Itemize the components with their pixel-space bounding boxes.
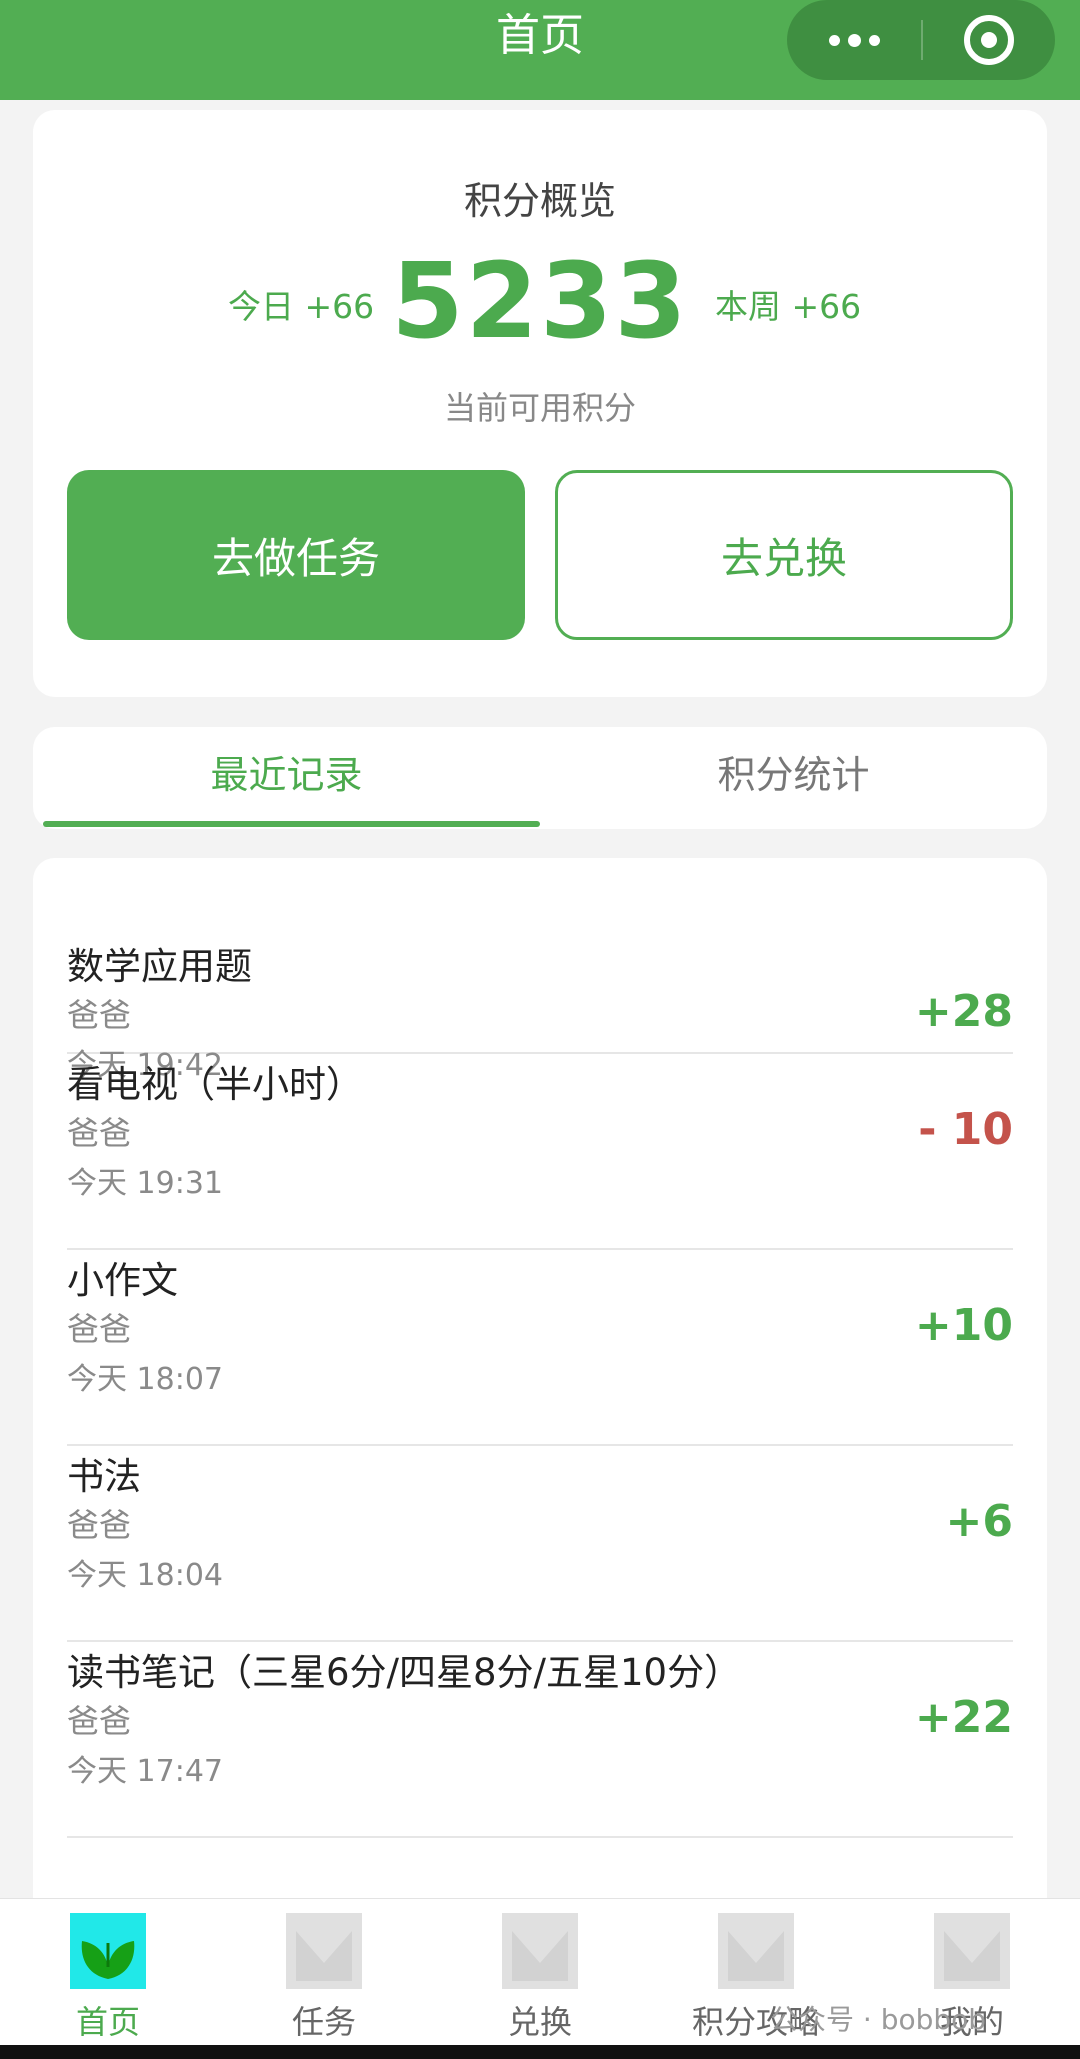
tab-redeem-label: 兑换 <box>507 2003 572 2041</box>
placeholder-icon <box>934 1913 1010 1989</box>
record-time: 今天 18:07 <box>67 1362 223 1397</box>
watermark-text: 公众号 · bobbob <box>770 2003 987 2036</box>
close-target-icon[interactable] <box>923 0 1055 80</box>
placeholder-icon <box>286 1913 362 1989</box>
record-by: 爸爸 <box>67 1506 132 1544</box>
record-tabs: 最近记录 积分统计 <box>33 727 1047 829</box>
record-time: 今天 17:47 <box>67 1754 223 1789</box>
record-name: 小作文 <box>67 1259 178 1302</box>
record-by: 爸爸 <box>67 1310 132 1348</box>
record-points: +28 <box>914 986 1013 1037</box>
record-by: 爸爸 <box>67 1114 132 1152</box>
do-task-button[interactable]: 去做任务 <box>67 470 525 640</box>
list-item[interactable]: 小作文 爸爸 今天 18:07 +10 <box>67 1250 1013 1446</box>
record-points: - 10 <box>918 1104 1013 1155</box>
home-leaf-icon <box>70 1913 146 1989</box>
tab-redeem[interactable]: 兑换 <box>432 1913 648 2043</box>
placeholder-icon <box>718 1913 794 1989</box>
available-points-caption: 当前可用积分 <box>443 389 636 427</box>
tab-tasks[interactable]: 任务 <box>216 1913 432 2043</box>
record-points: +6 <box>945 1496 1013 1547</box>
total-points: 5233 <box>391 240 689 362</box>
list-item[interactable]: 数学应用题 爸爸 今天 19:42 +28 <box>67 858 1013 1083</box>
record-by: 爸爸 <box>67 996 132 1034</box>
records-list: 数学应用题 爸爸 今天 19:42 +28 看电视（半小时） 爸爸 今天 19:… <box>33 858 1047 1898</box>
tab-home-label: 首页 <box>75 2003 140 2041</box>
record-time: 今天 18:04 <box>67 1558 223 1593</box>
more-icon[interactable] <box>787 0 921 80</box>
tab-home[interactable]: 首页 <box>0 1913 216 2043</box>
miniprogram-capsule <box>787 0 1055 80</box>
list-item[interactable]: 读书笔记（三星6分/四星8分/五星10分） 爸爸 今天 17:47 +22 <box>67 1642 1013 1838</box>
points-overview-card: 积分概览 今日 +66 5233 本周 +66 当前可用积分 去做任务 去兑换 <box>33 110 1047 697</box>
record-points: +22 <box>914 1692 1013 1743</box>
record-name: 书法 <box>67 1455 141 1498</box>
placeholder-icon <box>502 1913 578 1989</box>
record-by: 爸爸 <box>67 1702 132 1740</box>
list-item[interactable]: 看电视（半小时） 爸爸 今天 19:31 - 10 <box>67 1054 1013 1250</box>
home-indicator-strip <box>0 2045 1080 2059</box>
nav-header: 首页 <box>0 0 1080 100</box>
tab-recent-records[interactable]: 最近记录 <box>33 727 540 823</box>
tab-points-stats[interactable]: 积分统计 <box>540 727 1047 823</box>
tab-tasks-label: 任务 <box>291 2003 356 2041</box>
overview-title: 积分概览 <box>463 179 616 223</box>
record-name: 数学应用题 <box>67 945 252 988</box>
redeem-button[interactable]: 去兑换 <box>555 470 1013 640</box>
active-tab-indicator <box>43 821 540 827</box>
list-item[interactable]: 书法 爸爸 今天 18:04 +6 <box>67 1446 1013 1642</box>
record-points: +10 <box>914 1300 1013 1351</box>
week-points: 本周 +66 <box>715 287 862 326</box>
record-name: 读书笔记（三星6分/四星8分/五星10分） <box>67 1651 742 1694</box>
record-time: 今天 19:31 <box>67 1166 223 1201</box>
record-name: 看电视（半小时） <box>67 1063 363 1106</box>
